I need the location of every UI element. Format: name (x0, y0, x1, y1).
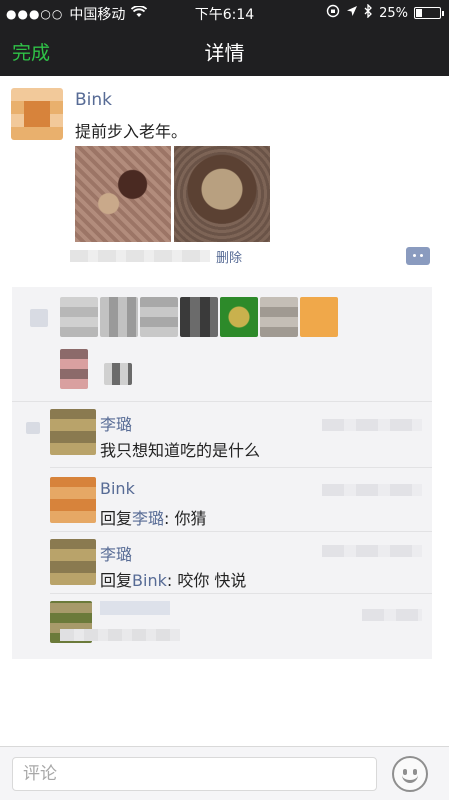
delete-link[interactable]: 删除 (216, 247, 242, 266)
battery-icon (414, 7, 444, 19)
liker-avatar[interactable] (104, 363, 132, 385)
bluetooth-icon (364, 3, 373, 22)
status-right: 25% (326, 3, 444, 22)
liker-avatar[interactable] (300, 297, 338, 337)
reply-target[interactable]: 李璐 (132, 509, 164, 528)
commenter-avatar[interactable] (50, 539, 96, 585)
liker-avatars-row-2 (60, 349, 132, 389)
comment-author-blurred (100, 601, 170, 615)
reply-target[interactable]: Bink (132, 571, 167, 590)
reply-body: : 咬你 快说 (166, 571, 247, 590)
comment-text: 回复李璐: 你猜 (100, 505, 207, 529)
comment-input-box (12, 757, 377, 791)
comment-time-blurred (362, 609, 422, 621)
liker-avatar[interactable] (260, 297, 298, 337)
liker-avatar[interactable] (180, 297, 218, 337)
post-text: 提前步入老年。 (75, 122, 188, 141)
author-avatar[interactable] (11, 88, 63, 140)
reply-body: : 你猜 (164, 509, 207, 528)
comment-time-blurred (322, 484, 422, 496)
section-divider (12, 401, 432, 402)
comment-text: 我只想知道吃的是什么 (100, 441, 261, 460)
comment-time-blurred (322, 419, 422, 431)
comment-divider (50, 531, 432, 532)
author-name[interactable]: Bink (75, 90, 112, 110)
emoji-icon[interactable] (392, 756, 428, 792)
comment-bubble-icon (26, 422, 40, 434)
location-icon (346, 5, 358, 21)
comment-menu-button[interactable] (406, 247, 430, 265)
page-title: 详情 (204, 41, 245, 65)
post-photo-2[interactable] (174, 146, 270, 242)
app-root: ●●●○○ 中国移动 下午6:14 25% 完成 详情 Bink 提前步入老年。… (0, 0, 449, 800)
likes-comments-panel: 李璐 我只想知道吃的是什么 Bink 回复李璐: 你猜 李璐 回复Bink: 咬… (12, 287, 432, 659)
commenter-avatar[interactable] (50, 477, 96, 523)
liker-avatar[interactable] (100, 297, 138, 337)
liker-avatar[interactable] (60, 349, 88, 389)
comment-author[interactable]: 李璐 (100, 541, 132, 565)
emoji-mouth-icon (402, 775, 418, 783)
orientation-lock-icon (326, 4, 340, 22)
like-heart-icon (30, 309, 48, 327)
comment-text-blurred (60, 629, 180, 641)
comment-dot-icon (413, 254, 416, 257)
nav-bar: 完成 详情 (0, 24, 449, 76)
comment-input[interactable] (13, 758, 376, 790)
reply-prefix: 回复 (100, 509, 133, 528)
status-bar: ●●●○○ 中国移动 下午6:14 25% (0, 0, 449, 24)
battery-percent: 25% (379, 5, 408, 21)
commenter-avatar[interactable] (50, 409, 96, 455)
liker-avatar[interactable] (60, 297, 98, 337)
battery-fill (416, 9, 422, 17)
liker-avatar[interactable] (220, 297, 258, 337)
comment-divider (50, 593, 432, 594)
post-photo-1[interactable] (75, 146, 171, 242)
liker-avatars-row-1 (60, 297, 338, 337)
post-timestamp-blurred (70, 250, 210, 262)
comment-text: 回复Bink: 咬你 快说 (100, 567, 246, 591)
comment-author[interactable]: 李璐 (100, 411, 132, 435)
liker-avatar[interactable] (140, 297, 178, 337)
comment-author[interactable]: Bink (100, 479, 135, 498)
comment-time-blurred (322, 545, 422, 557)
reply-prefix: 回复 (100, 571, 133, 590)
comment-input-bar (0, 746, 449, 800)
comment-divider (50, 467, 432, 468)
comment-dot-icon (420, 254, 423, 257)
